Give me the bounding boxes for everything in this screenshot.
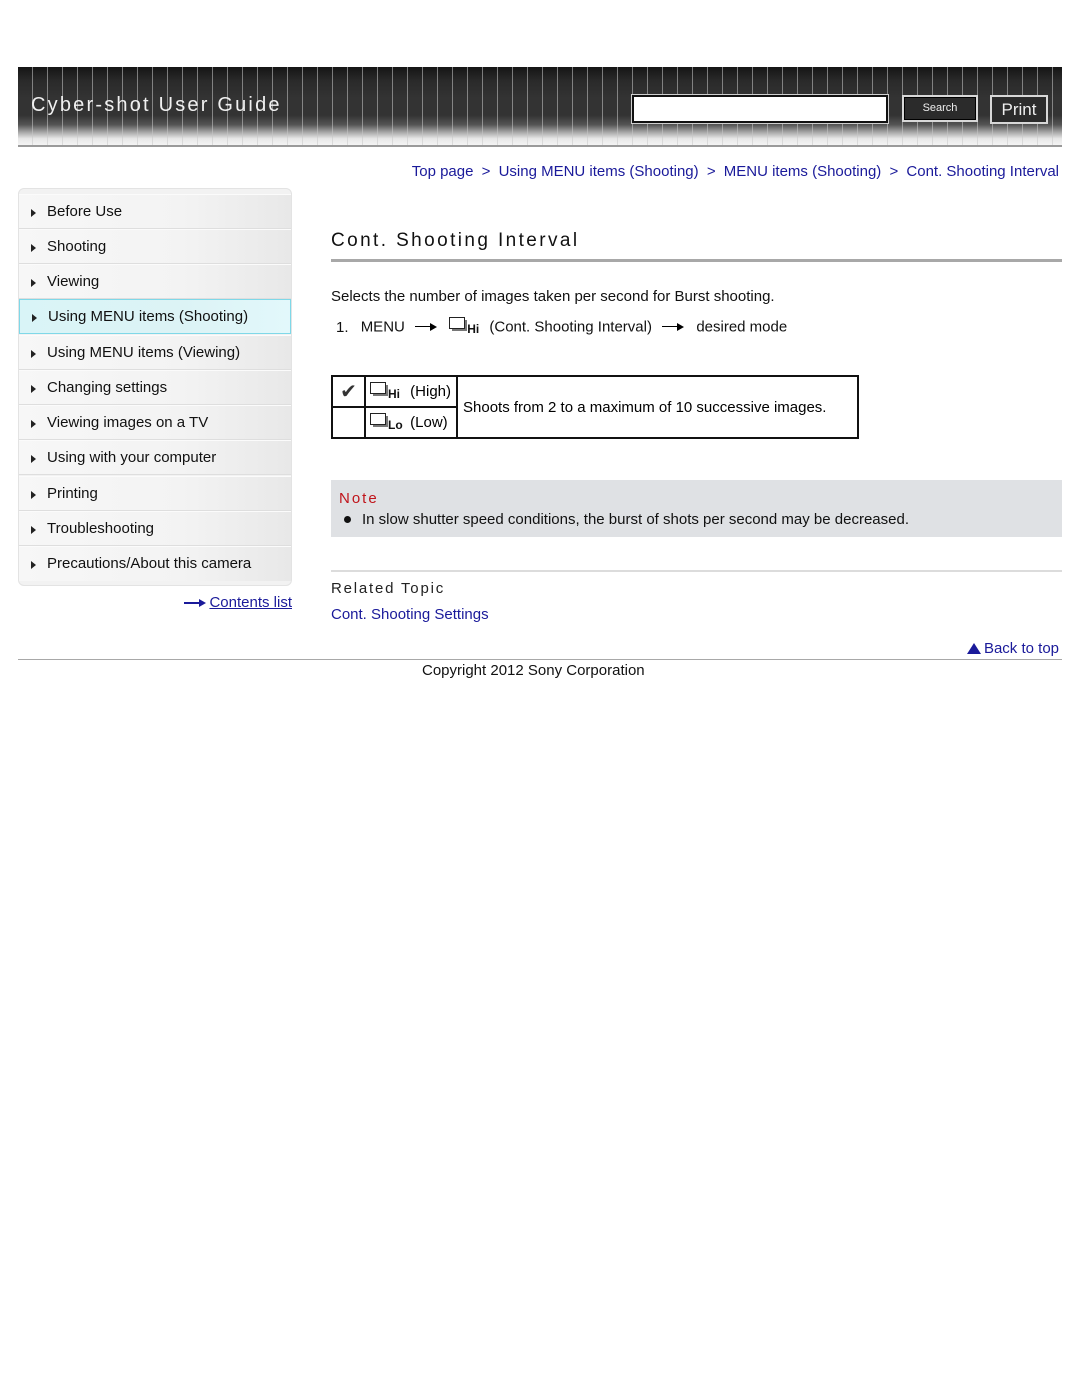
note-item: In slow shutter speed conditions, the bu… bbox=[362, 511, 909, 528]
table-row: ✔ Hi (High) Shoots from 2 to a maximum o… bbox=[331, 375, 859, 439]
header-banner: Cyber-shot User Guide Search Print bbox=[18, 67, 1062, 145]
sidebar-item-using-with-computer[interactable]: Using with your computer bbox=[19, 440, 291, 475]
search-input[interactable] bbox=[631, 94, 889, 124]
sidebar-item-label: Shooting bbox=[47, 238, 107, 255]
step-number: 1. bbox=[336, 318, 349, 336]
mode-cell-high: Hi (High) bbox=[364, 375, 458, 408]
sidebar-item-label: Using with your computer bbox=[47, 449, 217, 466]
triangle-right-icon bbox=[31, 350, 36, 358]
note-title: Note bbox=[339, 490, 379, 507]
title-divider bbox=[331, 259, 1062, 262]
print-button[interactable]: Print bbox=[990, 95, 1048, 124]
triangle-right-icon bbox=[31, 420, 36, 428]
bullet-icon bbox=[344, 516, 351, 523]
breadcrumb-menu-items-shooting[interactable]: MENU items (Shooting) bbox=[724, 163, 882, 180]
contents-list-label: Contents list bbox=[209, 594, 292, 611]
sidebar-item-viewing[interactable]: Viewing bbox=[19, 264, 291, 299]
header-divider bbox=[18, 145, 1062, 147]
checkmark-icon: ✔ bbox=[340, 380, 357, 403]
related-topic-title: Related Topic bbox=[331, 580, 446, 597]
procedure-step: 1. MENU Hi (Cont. Shooting Interval) des… bbox=[336, 317, 787, 337]
note-box: Note In slow shutter speed conditions, t… bbox=[331, 480, 1062, 537]
sidebar-item-label: Viewing bbox=[47, 273, 100, 290]
triangle-right-icon bbox=[32, 314, 37, 322]
arrow-right-icon bbox=[184, 598, 207, 608]
triangle-right-icon bbox=[31, 279, 36, 287]
default-marker-cell: ✔ bbox=[331, 375, 366, 408]
mode-label: (Low) bbox=[410, 413, 448, 431]
sidebar-item-label: Before Use bbox=[47, 203, 123, 220]
breadcrumb-separator: > bbox=[706, 163, 716, 180]
app-title: Cyber-shot User Guide bbox=[31, 94, 282, 116]
mode-label: (High) bbox=[410, 382, 452, 400]
intro-text: Selects the number of images taken per s… bbox=[331, 288, 775, 305]
triangle-up-icon bbox=[966, 643, 981, 654]
search-button[interactable]: Search bbox=[902, 95, 978, 122]
burst-hi-icon: Hi bbox=[370, 381, 406, 402]
copyright-text: Copyright 2012 Sony Corporation bbox=[422, 662, 645, 679]
breadcrumb-top-page[interactable]: Top page bbox=[412, 163, 474, 180]
breadcrumb-separator: > bbox=[889, 163, 899, 180]
sidebar-item-printing[interactable]: Printing bbox=[19, 476, 291, 511]
sidebar-item-before-use[interactable]: Before Use bbox=[19, 194, 291, 229]
sidebar-item-precautions[interactable]: Precautions/About this camera bbox=[19, 546, 291, 581]
triangle-right-icon bbox=[31, 385, 36, 393]
sidebar-item-using-menu-items-shooting[interactable]: Using MENU items (Shooting) bbox=[19, 299, 291, 334]
step-item: (Cont. Shooting Interval) bbox=[489, 318, 652, 336]
triangle-right-icon bbox=[31, 209, 36, 217]
sidebar-item-label: Troubleshooting bbox=[47, 520, 155, 537]
triangle-right-icon bbox=[31, 526, 36, 534]
sidebar-item-shooting[interactable]: Shooting bbox=[19, 229, 291, 264]
sidebar-item-using-menu-items-viewing[interactable]: Using MENU items (Viewing) bbox=[19, 335, 291, 370]
related-divider bbox=[331, 570, 1062, 572]
mode-cell-low: Lo (Low) bbox=[364, 406, 458, 439]
step-menu: MENU bbox=[360, 318, 405, 336]
sidebar-item-label: Changing settings bbox=[47, 379, 168, 396]
triangle-right-icon bbox=[31, 455, 36, 463]
sidebar-item-label: Precautions/About this camera bbox=[47, 555, 252, 572]
sidebar-item-label: Printing bbox=[47, 485, 98, 502]
related-link-cont-shooting-settings[interactable]: Cont. Shooting Settings bbox=[331, 606, 489, 623]
breadcrumb-separator: > bbox=[481, 163, 491, 180]
mode-description: Shoots from 2 to a maximum of 10 success… bbox=[456, 375, 859, 439]
back-to-top-label: Back to top bbox=[983, 640, 1059, 657]
burst-lo-icon: Lo bbox=[370, 412, 406, 433]
breadcrumb: Top page > Using MENU items (Shooting) >… bbox=[412, 163, 1059, 180]
sidebar-nav: Before Use Shooting Viewing Using MENU i… bbox=[18, 188, 292, 586]
burst-hi-icon: Hi bbox=[449, 317, 485, 337]
sidebar-item-changing-settings[interactable]: Changing settings bbox=[19, 370, 291, 405]
default-marker-cell bbox=[331, 406, 366, 439]
step-target: desired mode bbox=[696, 318, 788, 336]
page-title: Cont. Shooting Interval bbox=[331, 230, 580, 251]
footer-divider bbox=[18, 659, 1062, 660]
breadcrumb-using-menu-items-shooting[interactable]: Using MENU items (Shooting) bbox=[499, 163, 699, 180]
triangle-right-icon bbox=[31, 561, 36, 569]
arrow-right-icon bbox=[415, 322, 439, 332]
arrow-right-icon bbox=[662, 322, 686, 332]
sidebar-item-label: Using MENU items (Shooting) bbox=[48, 308, 249, 325]
sidebar-item-label: Viewing images on a TV bbox=[47, 414, 209, 431]
sidebar-item-viewing-images-on-tv[interactable]: Viewing images on a TV bbox=[19, 405, 291, 440]
contents-list-link[interactable]: Contents list bbox=[184, 594, 292, 611]
triangle-right-icon bbox=[31, 244, 36, 252]
back-to-top-link[interactable]: Back to top bbox=[966, 640, 1059, 657]
sidebar-item-troubleshooting[interactable]: Troubleshooting bbox=[19, 511, 291, 546]
mode-table: ✔ Hi (High) Shoots from 2 to a maximum o… bbox=[331, 375, 859, 439]
sidebar-item-label: Using MENU items (Viewing) bbox=[47, 344, 241, 361]
breadcrumb-current-page[interactable]: Cont. Shooting Interval bbox=[906, 163, 1059, 180]
triangle-right-icon bbox=[31, 491, 36, 499]
